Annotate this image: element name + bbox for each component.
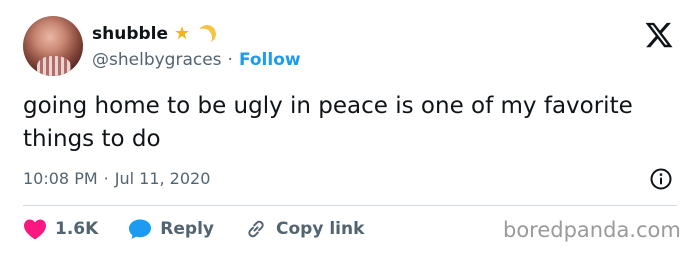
info-icon[interactable] (649, 167, 673, 191)
separator-dot: · (103, 168, 109, 188)
tweet-text: going home to be ugly in peace is one of… (23, 93, 633, 152)
x-logo-icon[interactable] (644, 20, 674, 50)
copy-link-label: Copy link (276, 219, 365, 239)
like-button[interactable]: 1.6K (23, 218, 98, 240)
crescent-moon-icon (196, 22, 219, 45)
divider (23, 205, 677, 206)
reply-button[interactable]: Reply (128, 218, 214, 240)
tweet-date[interactable]: Jul 11, 2020 (115, 169, 211, 188)
tweet-timestamp[interactable]: 10:08 PM · Jul 11, 2020 (23, 166, 210, 190)
speech-bubble-icon (129, 219, 152, 239)
watermark: boredpanda.com (503, 218, 681, 242)
avatar[interactable] (23, 16, 83, 76)
copy-link-button[interactable]: Copy link (244, 217, 364, 241)
handle-row: @shelbygraces · Follow (92, 48, 301, 72)
action-bar: 1.6K Reply Copy link (23, 216, 394, 242)
like-count: 1.6K (55, 219, 99, 239)
follow-button[interactable]: Follow (239, 50, 301, 70)
user-name-row: shubble ★ (92, 22, 216, 46)
tweet-time[interactable]: 10:08 PM (23, 169, 98, 188)
link-icon (248, 220, 264, 238)
reply-label: Reply (160, 219, 214, 239)
display-name[interactable]: shubble (92, 24, 168, 44)
star-icon: ★ (174, 23, 191, 44)
user-handle[interactable]: @shelbygraces (92, 50, 222, 70)
tweet-card: shubble ★ @shelbygraces · Follow going h… (0, 0, 700, 256)
heart-icon (24, 219, 46, 240)
separator-dot: · (227, 50, 233, 70)
